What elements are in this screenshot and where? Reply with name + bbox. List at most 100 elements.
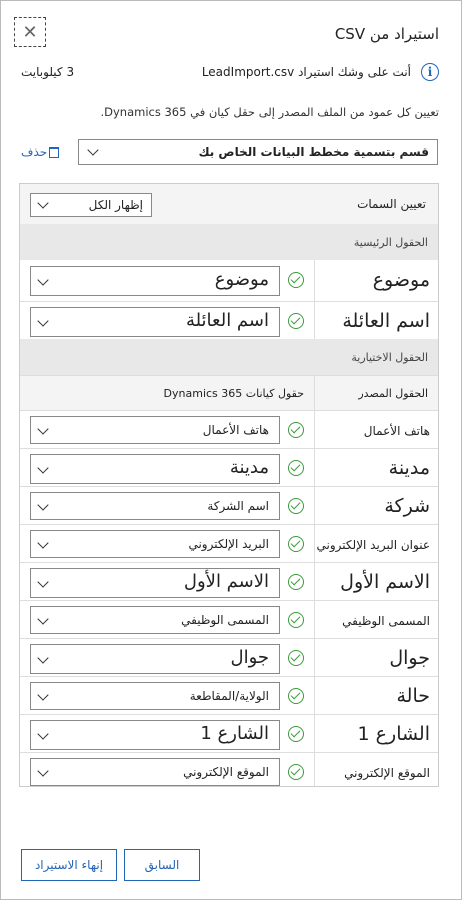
table-row: الشارع 1 الشارع 1 <box>20 714 438 753</box>
target-field-value: الموقع الإلكتروني <box>183 765 269 779</box>
file-size: 3 كيلوبايت <box>21 65 75 79</box>
check-circle-icon <box>288 460 304 476</box>
target-field-select[interactable]: البريد الإلكتروني <box>30 530 280 558</box>
optional-fields-label: الحقول الاختيارية <box>351 351 428 364</box>
target-field-select[interactable]: جوال <box>30 644 280 674</box>
attribute-mapping-header: تعيين السمات إظهار الكل <box>20 184 438 225</box>
data-map-select[interactable]: قسم بتسمية مخطط البيانات الخاص بك <box>78 139 438 165</box>
attribute-mapping-panel: تعيين السمات إظهار الكل الحقول الرئيسية … <box>19 183 439 787</box>
primary-fields-header: الحقول الرئيسية <box>20 224 438 260</box>
info-icon: i <box>421 63 439 81</box>
chevron-down-icon <box>37 423 49 435</box>
target-field-select[interactable]: موضوع <box>30 266 280 296</box>
check-circle-icon <box>288 726 304 742</box>
table-row: جوال جوال <box>20 638 438 677</box>
source-field: الاسم الأول <box>340 571 430 593</box>
close-icon: ✕ <box>22 21 38 43</box>
chevron-down-icon <box>37 613 49 625</box>
check-circle-icon <box>288 422 304 438</box>
table-row: هاتف الأعمال هاتف الأعمال <box>20 410 438 449</box>
source-field: مدينة <box>388 457 430 479</box>
check-circle-icon <box>288 764 304 780</box>
target-field-value: الولاية/المقاطعة <box>189 689 269 703</box>
source-field: اسم العائلة <box>342 310 430 332</box>
chevron-down-icon <box>37 689 49 701</box>
table-row: الاسم الأول الاسم الأول <box>20 562 438 601</box>
dialog-title: استيراد من CSV <box>334 25 439 43</box>
target-field-select[interactable]: الموقع الإلكتروني <box>30 758 280 786</box>
target-field-value: موضوع <box>214 269 269 290</box>
source-field: الشارع 1 <box>357 723 430 745</box>
target-field-value: المسمى الوظيفي <box>181 613 269 627</box>
source-field: هاتف الأعمال <box>363 424 430 438</box>
target-field-value: الشارع 1 <box>200 723 269 744</box>
chevron-down-icon <box>37 499 49 511</box>
source-field: موضوع <box>372 269 430 291</box>
source-field: شركة <box>384 495 430 517</box>
attribute-mapping-label: تعيين السمات <box>357 197 426 211</box>
table-row: عنوان البريد الإلكتروني البريد الإلكترون… <box>20 524 438 563</box>
chevron-down-icon <box>37 462 49 474</box>
check-circle-icon <box>288 536 304 552</box>
source-field: المسمى الوظيفي <box>342 614 430 628</box>
source-field: حالة <box>396 685 430 707</box>
target-field-select[interactable]: الاسم الأول <box>30 568 280 598</box>
target-field-value: البريد الإلكتروني <box>188 537 269 551</box>
table-row: موضوع موضوع <box>20 260 438 302</box>
target-field-value: هاتف الأعمال <box>202 423 269 437</box>
table-row: الموقع الإلكتروني الموقع الإلكتروني <box>20 752 438 786</box>
info-text: أنت على وشك استيراد LeadImport.csv <box>201 65 411 79</box>
finish-import-button[interactable]: إنهاء الاستيراد <box>21 849 117 881</box>
show-all-select[interactable]: إظهار الكل <box>30 193 152 217</box>
chevron-down-icon <box>37 537 49 549</box>
target-field-select[interactable]: الولاية/المقاطعة <box>30 682 280 710</box>
chevron-down-icon <box>37 197 49 209</box>
source-field: عنوان البريد الإلكتروني <box>316 538 430 552</box>
show-all-value: إظهار الكل <box>88 198 143 212</box>
check-circle-icon <box>288 498 304 514</box>
delete-label: حذف <box>21 145 48 159</box>
previous-button[interactable]: السابق <box>124 849 200 881</box>
target-field-value: الاسم الأول <box>183 571 269 592</box>
target-field-select[interactable]: اسم العائلة <box>30 307 280 337</box>
check-circle-icon <box>288 574 304 590</box>
target-field-value: مدينة <box>229 457 269 478</box>
table-row: المسمى الوظيفي المسمى الوظيفي <box>20 600 438 639</box>
close-button[interactable]: ✕ <box>14 17 46 47</box>
target-field-select[interactable]: هاتف الأعمال <box>30 416 280 444</box>
check-circle-icon <box>288 688 304 704</box>
primary-fields-label: الحقول الرئيسية <box>353 236 428 249</box>
table-row: حالة الولاية/المقاطعة <box>20 676 438 715</box>
chevron-down-icon <box>37 274 49 286</box>
target-field-value: اسم العائلة <box>185 310 269 331</box>
mapping-description: تعيين كل عمود من الملف المصدر إلى حقل كي… <box>100 105 439 119</box>
check-circle-icon <box>288 313 304 329</box>
chevron-down-icon <box>37 765 49 777</box>
table-row: اسم العائلة اسم العائلة <box>20 301 438 340</box>
target-field-select[interactable]: المسمى الوظيفي <box>30 606 280 634</box>
target-fields-header: حقول كيانات Dynamics 365 <box>163 387 304 400</box>
check-circle-icon <box>288 612 304 628</box>
column-headers: الحقول المصدر حقول كيانات Dynamics 365 <box>20 375 438 411</box>
source-fields-header: الحقول المصدر <box>358 387 428 400</box>
target-field-select[interactable]: الشارع 1 <box>30 720 280 750</box>
source-field: جوال <box>389 647 430 669</box>
chevron-down-icon <box>37 576 49 588</box>
source-field: الموقع الإلكتروني <box>344 766 430 780</box>
table-row: مدينة مدينة <box>20 448 438 487</box>
target-field-value: اسم الشركة <box>207 499 269 513</box>
chevron-down-icon <box>87 144 99 156</box>
chevron-down-icon <box>37 652 49 664</box>
check-circle-icon <box>288 272 304 288</box>
trash-icon <box>49 146 60 158</box>
table-row: شركة اسم الشركة <box>20 486 438 525</box>
chevron-down-icon <box>37 315 49 327</box>
import-dialog: ✕ استيراد من CSV i أنت على وشك استيراد L… <box>0 0 462 900</box>
target-field-select[interactable]: مدينة <box>30 454 280 484</box>
info-row: i أنت على وشك استيراد LeadImport.csv 3 ك… <box>1 61 461 87</box>
optional-fields-header: الحقول الاختيارية <box>20 339 438 375</box>
delete-link[interactable]: حذف <box>21 145 60 159</box>
target-field-value: جوال <box>230 647 269 668</box>
chevron-down-icon <box>37 728 49 740</box>
target-field-select[interactable]: اسم الشركة <box>30 492 280 520</box>
